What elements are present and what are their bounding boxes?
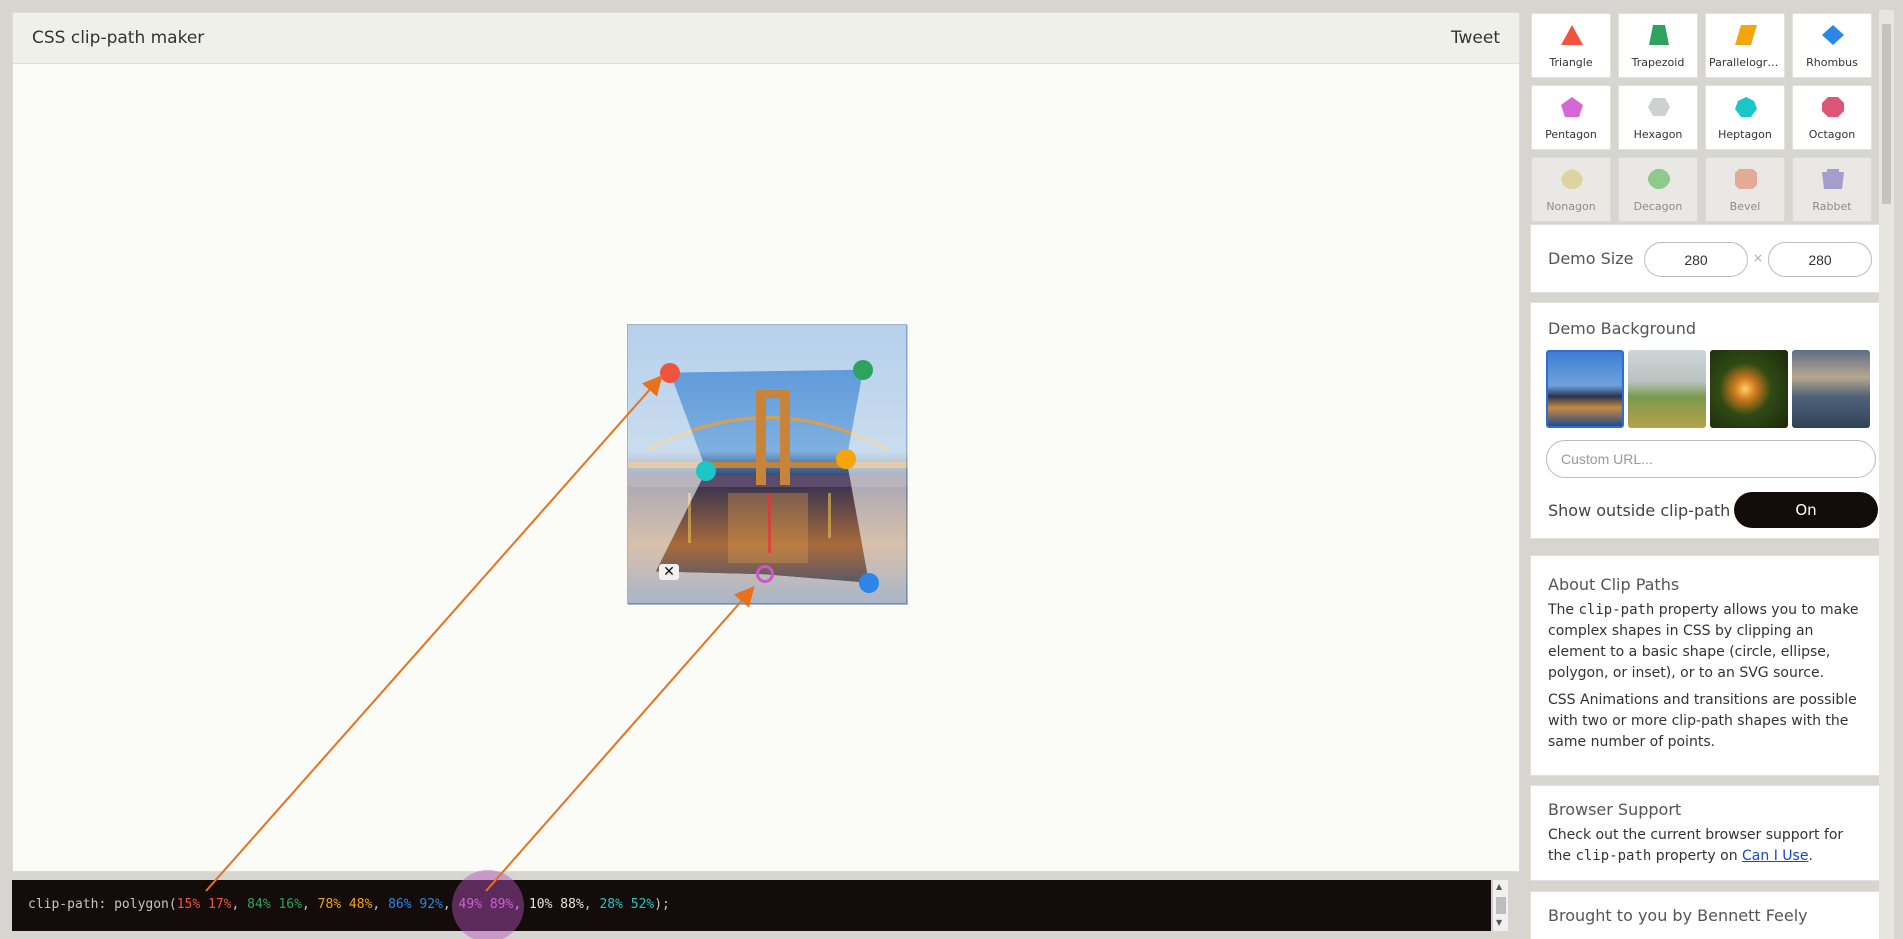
clip-path-demo[interactable] xyxy=(627,324,907,604)
about-card: About Clip Paths The clip-path property … xyxy=(1530,555,1888,776)
code-text: clip-path: polygon(15% 17%, 84% 16%, 78%… xyxy=(28,897,670,912)
bevel-icon xyxy=(1735,169,1757,189)
scroll-down-icon[interactable]: ▼ xyxy=(1496,918,1502,927)
code-separator: , xyxy=(372,897,389,912)
demo-background-card: Demo Background Show outside clip-path O… xyxy=(1530,302,1888,539)
shape-button-triangle[interactable]: Triangle xyxy=(1531,13,1611,78)
heptagon-icon xyxy=(1735,97,1757,117)
header: CSS clip-path maker Tweet xyxy=(13,13,1519,64)
point-handle-2[interactable] xyxy=(853,359,874,380)
code-separator: , xyxy=(231,897,248,912)
shape-label: Triangle xyxy=(1549,56,1593,69)
rabbet-icon xyxy=(1822,169,1844,189)
tweet-link[interactable]: Tweet xyxy=(1451,28,1500,48)
shape-button-nonagon[interactable]: Nonagon xyxy=(1531,157,1611,222)
support-title: Browser Support xyxy=(1548,800,1682,819)
code-point-7[interactable]: 28% 52% xyxy=(599,897,654,912)
background-thumb-bridge[interactable] xyxy=(1546,350,1624,428)
code-point-highlight-overlay xyxy=(452,870,524,939)
credit-card: Brought to you by Bennett Feely xyxy=(1530,891,1888,939)
code-separator: , xyxy=(301,897,318,912)
about-title: About Clip Paths xyxy=(1548,575,1680,594)
trapezoid-icon xyxy=(1649,25,1669,45)
demo-background-label: Demo Background xyxy=(1548,319,1697,338)
show-outside-toggle[interactable]: On xyxy=(1734,492,1878,528)
shape-button-hexagon[interactable]: Hexagon xyxy=(1618,85,1698,150)
shape-label: Parallelogram xyxy=(1709,56,1784,69)
shape-button-pentagon[interactable]: Pentagon xyxy=(1531,85,1611,150)
scroll-up-icon[interactable]: ▲ xyxy=(1496,882,1502,891)
pentagon-icon xyxy=(1561,97,1583,117)
browser-support-card: Browser Support Check out the current br… xyxy=(1530,785,1888,881)
shape-button-trapezoid[interactable]: Trapezoid xyxy=(1618,13,1698,78)
code-scrollbar[interactable]: ▲ ▼ xyxy=(1492,880,1508,931)
rhombus-icon xyxy=(1822,25,1844,45)
nonagon-icon xyxy=(1561,169,1583,189)
demo-height-input[interactable] xyxy=(1768,242,1872,277)
parallelogram-icon xyxy=(1735,25,1757,45)
shape-label: Trapezoid xyxy=(1631,56,1685,69)
code-suffix: ); xyxy=(654,897,670,912)
code-point-2[interactable]: 84% 16% xyxy=(247,897,302,912)
shape-label: Hexagon xyxy=(1633,128,1683,141)
about-paragraph-1: The clip-path property allows you to mak… xyxy=(1548,600,1870,684)
support-code: clip-path xyxy=(1575,848,1652,864)
octagon-icon xyxy=(1822,97,1844,117)
code-prefix: clip-path: polygon( xyxy=(28,897,177,912)
shape-label: Pentagon xyxy=(1545,128,1597,141)
app-title: CSS clip-path maker xyxy=(32,28,205,48)
code-point-3[interactable]: 78% 48% xyxy=(318,897,373,912)
code-output[interactable]: clip-path: polygon(15% 17%, 84% 16%, 78%… xyxy=(12,880,1491,931)
shape-button-heptagon[interactable]: Heptagon xyxy=(1705,85,1785,150)
point-handle-7[interactable] xyxy=(696,460,717,481)
shape-label: Decagon xyxy=(1633,200,1683,213)
sidebar-scroll-thumb[interactable] xyxy=(1882,24,1891,204)
show-outside-label: Show outside clip-path xyxy=(1548,501,1731,520)
support-text-3: . xyxy=(1808,848,1813,864)
support-text-2: property on xyxy=(1651,848,1743,864)
sidebar-scrollbar[interactable] xyxy=(1879,10,1894,939)
shape-label: Rabbet xyxy=(1812,200,1852,213)
custom-url-input[interactable] xyxy=(1546,440,1876,478)
shape-button-decagon[interactable]: Decagon xyxy=(1618,157,1698,222)
shape-button-octagon[interactable]: Octagon xyxy=(1792,85,1872,150)
code-point-6[interactable]: 10% 88% xyxy=(529,897,584,912)
background-thumb-landscape[interactable] xyxy=(1628,350,1706,428)
code-point-1[interactable]: 15% 17% xyxy=(177,897,232,912)
shape-button-parallelogram[interactable]: Parallelogram xyxy=(1705,13,1785,78)
support-paragraph: Check out the current browser support fo… xyxy=(1548,825,1870,867)
code-separator: , xyxy=(583,897,600,912)
background-thumb-sparkler[interactable] xyxy=(1710,350,1788,428)
credit-title: Brought to you by Bennett Feely xyxy=(1548,906,1808,925)
about-text: The xyxy=(1548,602,1579,618)
about-code: clip-path xyxy=(1578,602,1655,618)
size-times-symbol: × xyxy=(1753,251,1764,265)
shape-button-rhombus[interactable]: Rhombus xyxy=(1792,13,1872,78)
point-handle-4[interactable] xyxy=(858,572,879,593)
shape-label: Octagon xyxy=(1808,128,1856,141)
triangle-icon xyxy=(1561,25,1583,45)
background-thumb-ocean[interactable] xyxy=(1792,350,1870,428)
scroll-thumb[interactable] xyxy=(1496,897,1506,914)
sidebar: Triangle Trapezoid Parallelogram Rhombus Pen… xyxy=(1530,10,1888,939)
code-point-4[interactable]: 86% 92% xyxy=(388,897,443,912)
delete-point-button[interactable]: ✕ xyxy=(659,564,679,580)
demo-size-card: Demo Size × xyxy=(1530,224,1888,293)
about-paragraph-2: CSS Animations and transitions are possi… xyxy=(1548,692,1857,750)
shape-label: Nonagon xyxy=(1546,200,1596,213)
demo-width-input[interactable] xyxy=(1644,242,1748,277)
point-handle-1[interactable] xyxy=(660,362,680,383)
decagon-icon xyxy=(1648,169,1670,189)
shape-label: Heptagon xyxy=(1718,128,1772,141)
shape-button-bevel[interactable]: Bevel xyxy=(1705,157,1785,222)
demo-size-label: Demo Size xyxy=(1548,249,1634,268)
shape-label: Bevel xyxy=(1729,200,1761,213)
shape-button-rabbet[interactable]: Rabbet xyxy=(1792,157,1872,222)
can-i-use-link[interactable]: Can I Use xyxy=(1742,848,1808,864)
hexagon-icon xyxy=(1648,98,1670,116)
shape-label: Rhombus xyxy=(1806,56,1858,69)
